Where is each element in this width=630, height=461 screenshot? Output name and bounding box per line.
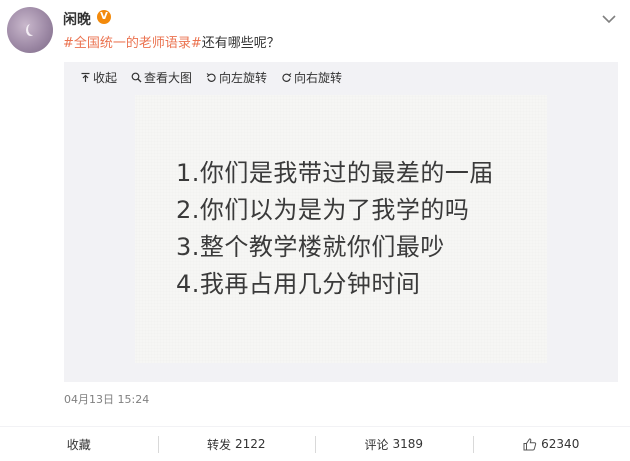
rotate-right-button[interactable]: 向右旋转 (281, 68, 342, 86)
rotate-left-icon (206, 72, 216, 82)
post-body: 还有哪些呢？ (201, 36, 280, 51)
hashtag-link[interactable]: #全国统一的老师语录# (63, 36, 202, 51)
image-text-line: 2.你们以为是为了我学的吗 (176, 196, 470, 224)
rotate-left-label: 向左旋转 (219, 70, 268, 85)
favorite-button[interactable]: 收藏 (0, 427, 158, 461)
moon-icon (28, 23, 37, 35)
post-text: #全国统一的老师语录#还有哪些呢？ (63, 35, 280, 53)
repost-count: 2122 (234, 437, 266, 451)
repost-label: 转发 (206, 437, 231, 452)
image-text-line: 1.你们是我带过的最差的一届 (176, 159, 494, 187)
favorite-label: 收藏 (66, 437, 91, 452)
collapse-icon (81, 72, 90, 82)
image-text: 1.你们是我带过的最差的一届 2.你们以为是为了我学的吗 3.整个教学楼就你们最… (176, 155, 494, 303)
media-toolbar: 收起 查看大图 向左旋转 向右旋转 (80, 68, 342, 86)
weibo-post: 闲晚 V #全国统一的老师语录#还有哪些呢？ 收起 查看大图 向左旋转 向右旋转… (0, 0, 630, 461)
view-large-label: 查看大图 (144, 70, 193, 85)
collapse-button[interactable]: 收起 (80, 68, 117, 86)
rotate-right-label: 向右旋转 (294, 70, 343, 85)
thumbs-up-icon (523, 437, 537, 450)
rotate-left-button[interactable]: 向左旋转 (206, 68, 267, 86)
action-bar: 收藏 转发 2122 评论 3189 62340 (0, 426, 630, 461)
username[interactable]: 闲晚 (63, 9, 91, 29)
image-text-line: 4.我再占用几分钟时间 (176, 270, 421, 298)
comment-count: 3189 (392, 437, 424, 451)
comment-label: 评论 (364, 437, 389, 452)
view-large-button[interactable]: 查看大图 (131, 68, 192, 86)
like-button[interactable]: 62340 (472, 427, 630, 461)
chevron-down-icon[interactable] (601, 10, 617, 24)
post-timestamp[interactable]: 04月13日 15:24 (64, 391, 149, 407)
image-text-line: 3.整个教学楼就你们最吵 (176, 233, 445, 261)
magnifier-icon (131, 72, 142, 82)
comment-button[interactable]: 评论 3189 (315, 427, 473, 461)
rotate-right-icon (282, 72, 292, 82)
repost-button[interactable]: 转发 2122 (157, 427, 316, 461)
verified-badge-icon: V (97, 10, 111, 24)
collapse-label: 收起 (93, 70, 118, 85)
like-count: 62340 (541, 437, 580, 451)
avatar[interactable] (7, 7, 53, 53)
